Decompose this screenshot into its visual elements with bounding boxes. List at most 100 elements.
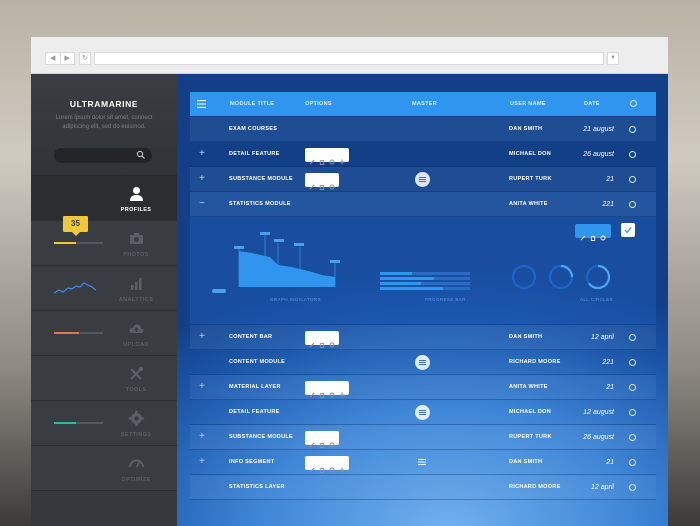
search-input[interactable] (54, 148, 152, 163)
row-date: 12 april (591, 484, 614, 491)
master-menu-button[interactable] (415, 172, 430, 187)
table-row[interactable]: + SUBSTANCE MODULE RUPERT TURK 21 (190, 167, 656, 192)
gear-icon[interactable] (329, 435, 335, 448)
gear-icon[interactable] (329, 385, 335, 398)
trash-icon[interactable] (319, 335, 325, 348)
table-row[interactable]: EXAM COURSES DAN SMITH 21 august (190, 117, 656, 142)
table-row[interactable]: STATISTICS LAYER RICHARD MOORE 12 april (190, 475, 656, 500)
sidebar-item-profiles[interactable]: PROFILES (31, 176, 186, 221)
confirm-checkbox[interactable] (621, 223, 635, 237)
browser-nav-buttons: ◀ ▶ (45, 52, 75, 65)
master-menu-icon[interactable] (418, 458, 426, 466)
pencil-icon[interactable] (309, 152, 315, 165)
row-user-name: MICHAEL DON (509, 151, 552, 157)
row-select-radio[interactable] (629, 126, 636, 133)
pencil-icon[interactable] (309, 435, 315, 448)
pencil-icon[interactable] (580, 228, 586, 241)
gear-icon[interactable] (329, 460, 335, 473)
header-master[interactable]: MASTER (412, 92, 437, 116)
pencil-icon[interactable] (309, 460, 315, 473)
graph-marker (234, 246, 244, 249)
row-select-radio[interactable] (629, 334, 636, 341)
row-select-radio[interactable] (629, 176, 636, 183)
pencil-icon[interactable] (309, 335, 315, 348)
plus-icon[interactable] (339, 460, 345, 473)
collapse-icon[interactable]: − (199, 198, 205, 210)
pencil-icon[interactable] (309, 177, 315, 190)
table-row[interactable]: + CONTENT BAR DAN SMITH 12 april (190, 325, 656, 350)
row-title: MATERIAL LAYER (229, 384, 281, 390)
notification-badge: 35 (63, 216, 88, 236)
plus-icon[interactable] (339, 152, 345, 165)
table-row[interactable]: DETAIL FEATURE MICHAEL DON 12 august (190, 400, 656, 425)
table-row[interactable]: + SUBSTANCE MODULE RUPERT TURK 26 august (190, 425, 656, 450)
sidebar-item-label: PHOTOS (123, 252, 149, 258)
row-select-radio[interactable] (629, 484, 636, 491)
address-bar[interactable] (94, 52, 604, 65)
row-select-radio[interactable] (629, 359, 636, 366)
row-user-name: RICHARD MOORE (509, 359, 561, 365)
sidebar-item-settings[interactable]: SETTINGS (31, 401, 177, 446)
trash-icon[interactable] (319, 385, 325, 398)
sidebar-item-label: ANALYTICS (118, 297, 154, 303)
master-menu-button[interactable] (415, 355, 430, 370)
table-row[interactable]: + DETAIL FEATURE MICHAEL DON 26 august (190, 142, 656, 167)
row-date: 21 (606, 384, 614, 391)
trash-icon[interactable] (319, 435, 325, 448)
refresh-icon[interactable]: ↻ (79, 52, 91, 65)
sidebar-item-photos[interactable]: PHOTOS (31, 221, 177, 266)
expand-icon[interactable]: + (199, 331, 205, 343)
header-user-name[interactable]: USER NAME (510, 92, 546, 116)
row-title: INFO SEGMENT (229, 459, 275, 465)
header-module-title[interactable]: MODULE TITLE (230, 92, 274, 116)
trash-icon[interactable] (319, 177, 325, 190)
sidebar-item-tools[interactable]: TOOLS (31, 356, 177, 401)
expand-icon[interactable]: + (199, 456, 205, 468)
table-row[interactable]: − STATISTICS MODULE ANITA WHITE 221 (190, 192, 656, 217)
expand-icon[interactable]: + (199, 173, 205, 185)
row-user-name: MICHAEL DON (509, 409, 552, 415)
row-title: SUBSTANCE MODULE (229, 176, 293, 182)
graph-marker (212, 289, 226, 293)
plus-icon[interactable] (339, 385, 345, 398)
progress-bar-track (380, 282, 470, 285)
sidebar-item-upload[interactable]: UPLOAD (31, 311, 177, 356)
gear-icon[interactable] (329, 177, 335, 190)
search-icon[interactable] (136, 150, 146, 160)
header-options[interactable]: OPTIONS (305, 92, 332, 116)
header-date[interactable]: DATE (584, 92, 600, 116)
gear-icon[interactable] (600, 228, 606, 241)
row-select-radio[interactable] (629, 434, 636, 441)
sidebar-item-label: UPLOAD (123, 342, 149, 348)
row-select-radio[interactable] (629, 151, 636, 158)
back-icon[interactable]: ◀ (46, 53, 60, 64)
sidebar-item-optimize[interactable]: OPTIMIZE (31, 446, 177, 491)
row-select-radio[interactable] (629, 384, 636, 391)
sidebar-progress-fill (54, 242, 77, 244)
row-select-radio[interactable] (629, 409, 636, 416)
progress-bar-track (380, 277, 470, 280)
gear-icon[interactable] (329, 152, 335, 165)
sidebar-item-analytics[interactable]: ANALYTICS (31, 266, 177, 311)
row-date: 21 august (583, 126, 614, 133)
chevron-down-icon[interactable]: ▼ (607, 52, 619, 65)
forward-icon[interactable]: ▶ (59, 53, 75, 64)
expand-icon[interactable]: + (199, 381, 205, 393)
row-select-radio[interactable] (629, 201, 636, 208)
expand-icon[interactable]: + (199, 148, 205, 160)
table-row[interactable]: + INFO SEGMENT DAN SMITH 21 (190, 450, 656, 475)
expand-icon[interactable]: + (199, 431, 205, 443)
row-title: DETAIL FEATURE (229, 151, 280, 157)
table-row[interactable]: + MATERIAL LAYER ANITA WHITE 21 (190, 375, 656, 400)
progress-bar-track (380, 272, 470, 275)
row-select-radio[interactable] (629, 459, 636, 466)
table-row[interactable]: CONTENT MODULE RICHARD MOORE 221 (190, 350, 656, 375)
select-all-radio[interactable] (630, 100, 637, 107)
trash-icon[interactable] (319, 460, 325, 473)
pencil-icon[interactable] (309, 385, 315, 398)
gear-icon[interactable] (329, 335, 335, 348)
master-menu-button[interactable] (415, 405, 430, 420)
menu-icon[interactable] (197, 100, 206, 108)
trash-icon[interactable] (590, 228, 596, 241)
trash-icon[interactable] (319, 152, 325, 165)
